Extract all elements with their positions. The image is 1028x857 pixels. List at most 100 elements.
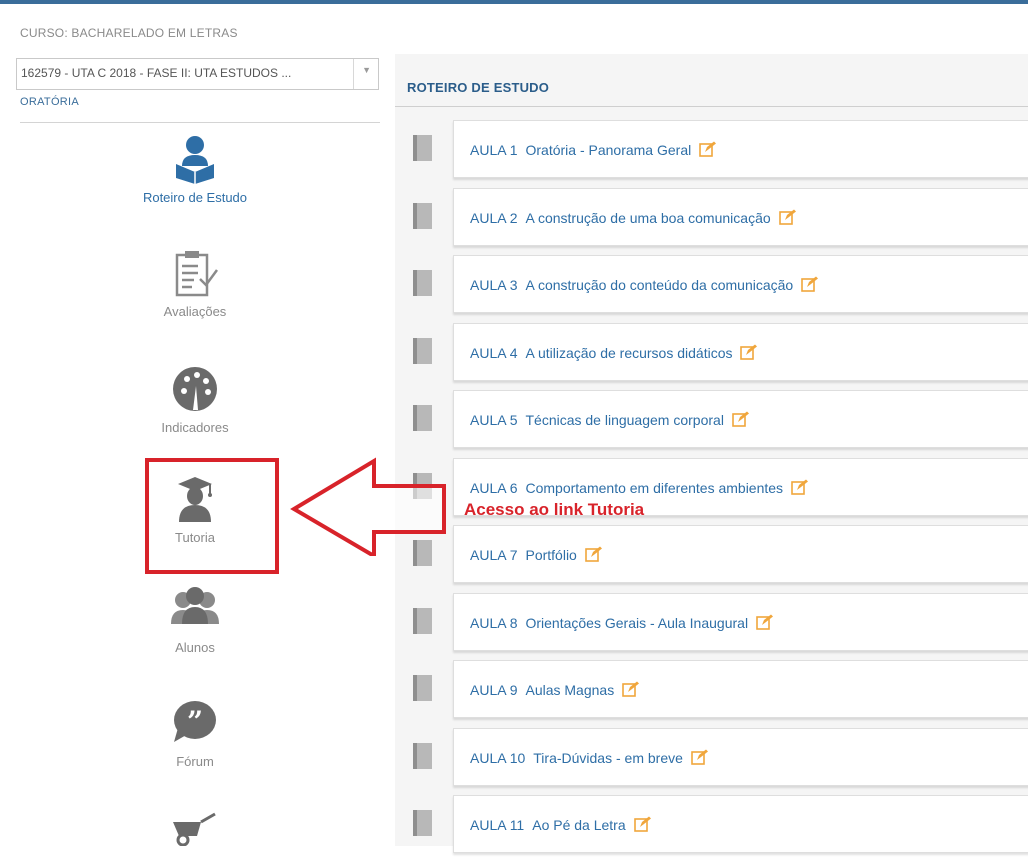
edit-icon[interactable]: [633, 816, 652, 832]
lesson-row: AULA 11 Ao Pé da Letra: [395, 795, 1028, 857]
lesson-link[interactable]: AULA 1 Oratória - Panorama Geral: [470, 141, 717, 158]
lesson-card[interactable]: AULA 9 Aulas Magnas: [453, 660, 1028, 718]
quote-bubble-icon: ”: [174, 701, 216, 742]
lesson-row: AULA 4 A utilização de recursos didáticos: [395, 322, 1028, 385]
lesson-card[interactable]: AULA 2 A construção de uma boa comunicaçã…: [453, 187, 1028, 246]
lesson-row: AULA 7 Portfólio: [395, 525, 1028, 587]
edit-icon[interactable]: [699, 141, 717, 157]
lesson-card[interactable]: AULA 11 Ao Pé da Letra: [453, 795, 1028, 853]
gauge-icon: [173, 367, 217, 411]
lesson-card[interactable]: AULA 1 Oratória - Panorama Geral: [453, 120, 1028, 178]
group-icon: [171, 587, 219, 624]
lesson-card[interactable]: AULA 8 Orientações Gerais - Aula Inaugura…: [453, 592, 1028, 651]
lesson-number: AULA 7: [470, 547, 518, 563]
lesson-number: AULA 1: [470, 142, 518, 158]
lesson-link[interactable]: AULA 2 A construção de uma boa comunicaçã…: [470, 209, 797, 226]
sidebar-divider: [20, 122, 380, 123]
nav-label: Indicadores: [161, 420, 229, 435]
nav-label: Roteiro de Estudo: [142, 190, 248, 205]
lesson-link[interactable]: AULA 3 A construção do conteúdo da comuni…: [470, 276, 819, 293]
wheelbarrow-icon: [173, 812, 216, 846]
clipboard-check-icon: [175, 251, 219, 297]
lesson-title: Técnicas de linguagem corporal: [525, 412, 724, 428]
title-divider: [395, 106, 1028, 107]
edit-icon[interactable]: [691, 749, 709, 765]
lesson-card[interactable]: AULA 7 Portfólio: [453, 525, 1028, 583]
sidebar: CURSO: BACHARELADO EM LETRAS 162579 - UT…: [0, 4, 395, 846]
lesson-title: Comportamento em diferentes ambientes: [525, 479, 784, 496]
class-select[interactable]: 162579 - UTA C 2018 - FASE II: UTA ESTUD…: [16, 58, 379, 90]
lesson-title: A utilização de recursos didáticos: [525, 344, 733, 361]
nav-label: Fórum: [176, 754, 214, 769]
student-book-icon: [176, 136, 214, 184]
book-icon: [413, 675, 432, 701]
lesson-number: AULA 5: [470, 412, 518, 428]
lesson-row: AULA 3 A construção do conteúdo da comuni…: [395, 255, 1028, 317]
nav-avaliacoes[interactable]: Avaliações: [95, 248, 295, 319]
lesson-number: AULA 4: [470, 344, 518, 361]
lesson-title: Orientações Gerais - Aula Inaugural: [525, 614, 749, 631]
nav-label: Avaliações: [163, 304, 227, 319]
lesson-row: AULA 10 Tira-Dúvidas - em breve: [395, 727, 1028, 790]
lesson-row: AULA 9 Aulas Magnas: [395, 660, 1028, 722]
lesson-number: AULA 10: [470, 749, 526, 766]
edit-icon[interactable]: [732, 411, 750, 427]
edit-icon[interactable]: [756, 614, 774, 630]
lesson-number: AULA 6: [470, 479, 518, 496]
edit-icon[interactable]: [791, 479, 809, 495]
lesson-number: AULA 3: [470, 277, 518, 293]
subject-label: ORATÓRIA: [20, 96, 80, 108]
book-icon: [413, 810, 432, 836]
book-icon: [413, 202, 432, 229]
lesson-row: AULA 5 Técnicas de linguagem corporal: [395, 390, 1028, 452]
select-divider: [353, 59, 354, 89]
lesson-title: Ao Pé da Letra: [532, 817, 626, 833]
nav-label: Alunos: [175, 640, 215, 655]
book-icon: [413, 742, 432, 769]
lesson-link[interactable]: AULA 8 Orientações Gerais - Aula Inaugura…: [470, 614, 774, 631]
class-select-value: 162579 - UTA C 2018 - FASE II: UTA ESTUD…: [21, 66, 292, 80]
book-icon: [413, 607, 432, 634]
lesson-link[interactable]: AULA 11 Ao Pé da Letra: [470, 816, 652, 833]
annotation-text: Acesso ao link Tutoria: [464, 500, 645, 519]
book-icon: [413, 337, 432, 364]
nav-indicadores[interactable]: Indicadores: [95, 364, 295, 435]
lesson-card[interactable]: AULA 5 Técnicas de linguagem corporal: [453, 390, 1028, 448]
lesson-card[interactable]: AULA 3 A construção do conteúdo da comuni…: [453, 255, 1028, 313]
page-title: ROTEIRO DE ESTUDO: [407, 80, 550, 95]
nav-roteiro-de-estudo[interactable]: Roteiro de Estudo: [95, 134, 295, 205]
edit-icon[interactable]: [622, 681, 640, 697]
lesson-number: AULA 2: [470, 209, 518, 226]
nav-forum[interactable]: ” Fórum: [95, 698, 295, 769]
main-content: ROTEIRO DE ESTUDO AULA 1 Oratória - Panor…: [395, 54, 1028, 853]
edit-icon[interactable]: [801, 276, 819, 292]
lesson-number: AULA 11: [470, 817, 525, 833]
lesson-link[interactable]: AULA 7 Portfólio: [470, 546, 603, 563]
course-label: CURSO: BACHARELADO EM LETRAS: [20, 26, 238, 40]
lesson-link[interactable]: AULA 6 Comportamento em diferentes ambien…: [470, 479, 809, 496]
nav-alunos[interactable]: Alunos: [95, 584, 295, 655]
lesson-number: AULA 8: [470, 614, 518, 631]
edit-icon[interactable]: [585, 546, 603, 562]
lesson-title: Portfólio: [525, 547, 577, 563]
lesson-title: Tira-Dúvidas - em breve: [533, 749, 683, 766]
lesson-card[interactable]: AULA 10 Tira-Dúvidas - em breve: [453, 727, 1028, 786]
edit-icon[interactable]: [778, 209, 797, 225]
lesson-row: AULA 2 A construção de uma boa comunicaçã…: [395, 187, 1028, 250]
lesson-card[interactable]: AULA 4 A utilização de recursos didáticos: [453, 322, 1028, 381]
lesson-link[interactable]: AULA 5 Técnicas de linguagem corporal: [470, 411, 750, 428]
book-icon: [413, 405, 432, 431]
nav-more[interactable]: [95, 812, 295, 846]
lesson-row: AULA 8 Orientações Gerais - Aula Inaugura…: [395, 592, 1028, 655]
lesson-link[interactable]: AULA 9 Aulas Magnas: [470, 681, 640, 698]
lesson-title: Oratória - Panorama Geral: [525, 142, 692, 158]
lesson-link[interactable]: AULA 4 A utilização de recursos didáticos: [470, 344, 758, 361]
lesson-title: A construção do conteúdo da comunicação: [525, 277, 794, 293]
annotation-arrow-icon: [290, 457, 446, 556]
book-icon: [413, 270, 432, 296]
lesson-link[interactable]: AULA 10 Tira-Dúvidas - em breve: [470, 749, 709, 766]
edit-icon[interactable]: [740, 344, 758, 360]
lesson-row: AULA 1 Oratória - Panorama Geral: [395, 120, 1028, 182]
lesson-title: Aulas Magnas: [525, 682, 615, 698]
chevron-down-icon: ▼: [362, 65, 371, 75]
